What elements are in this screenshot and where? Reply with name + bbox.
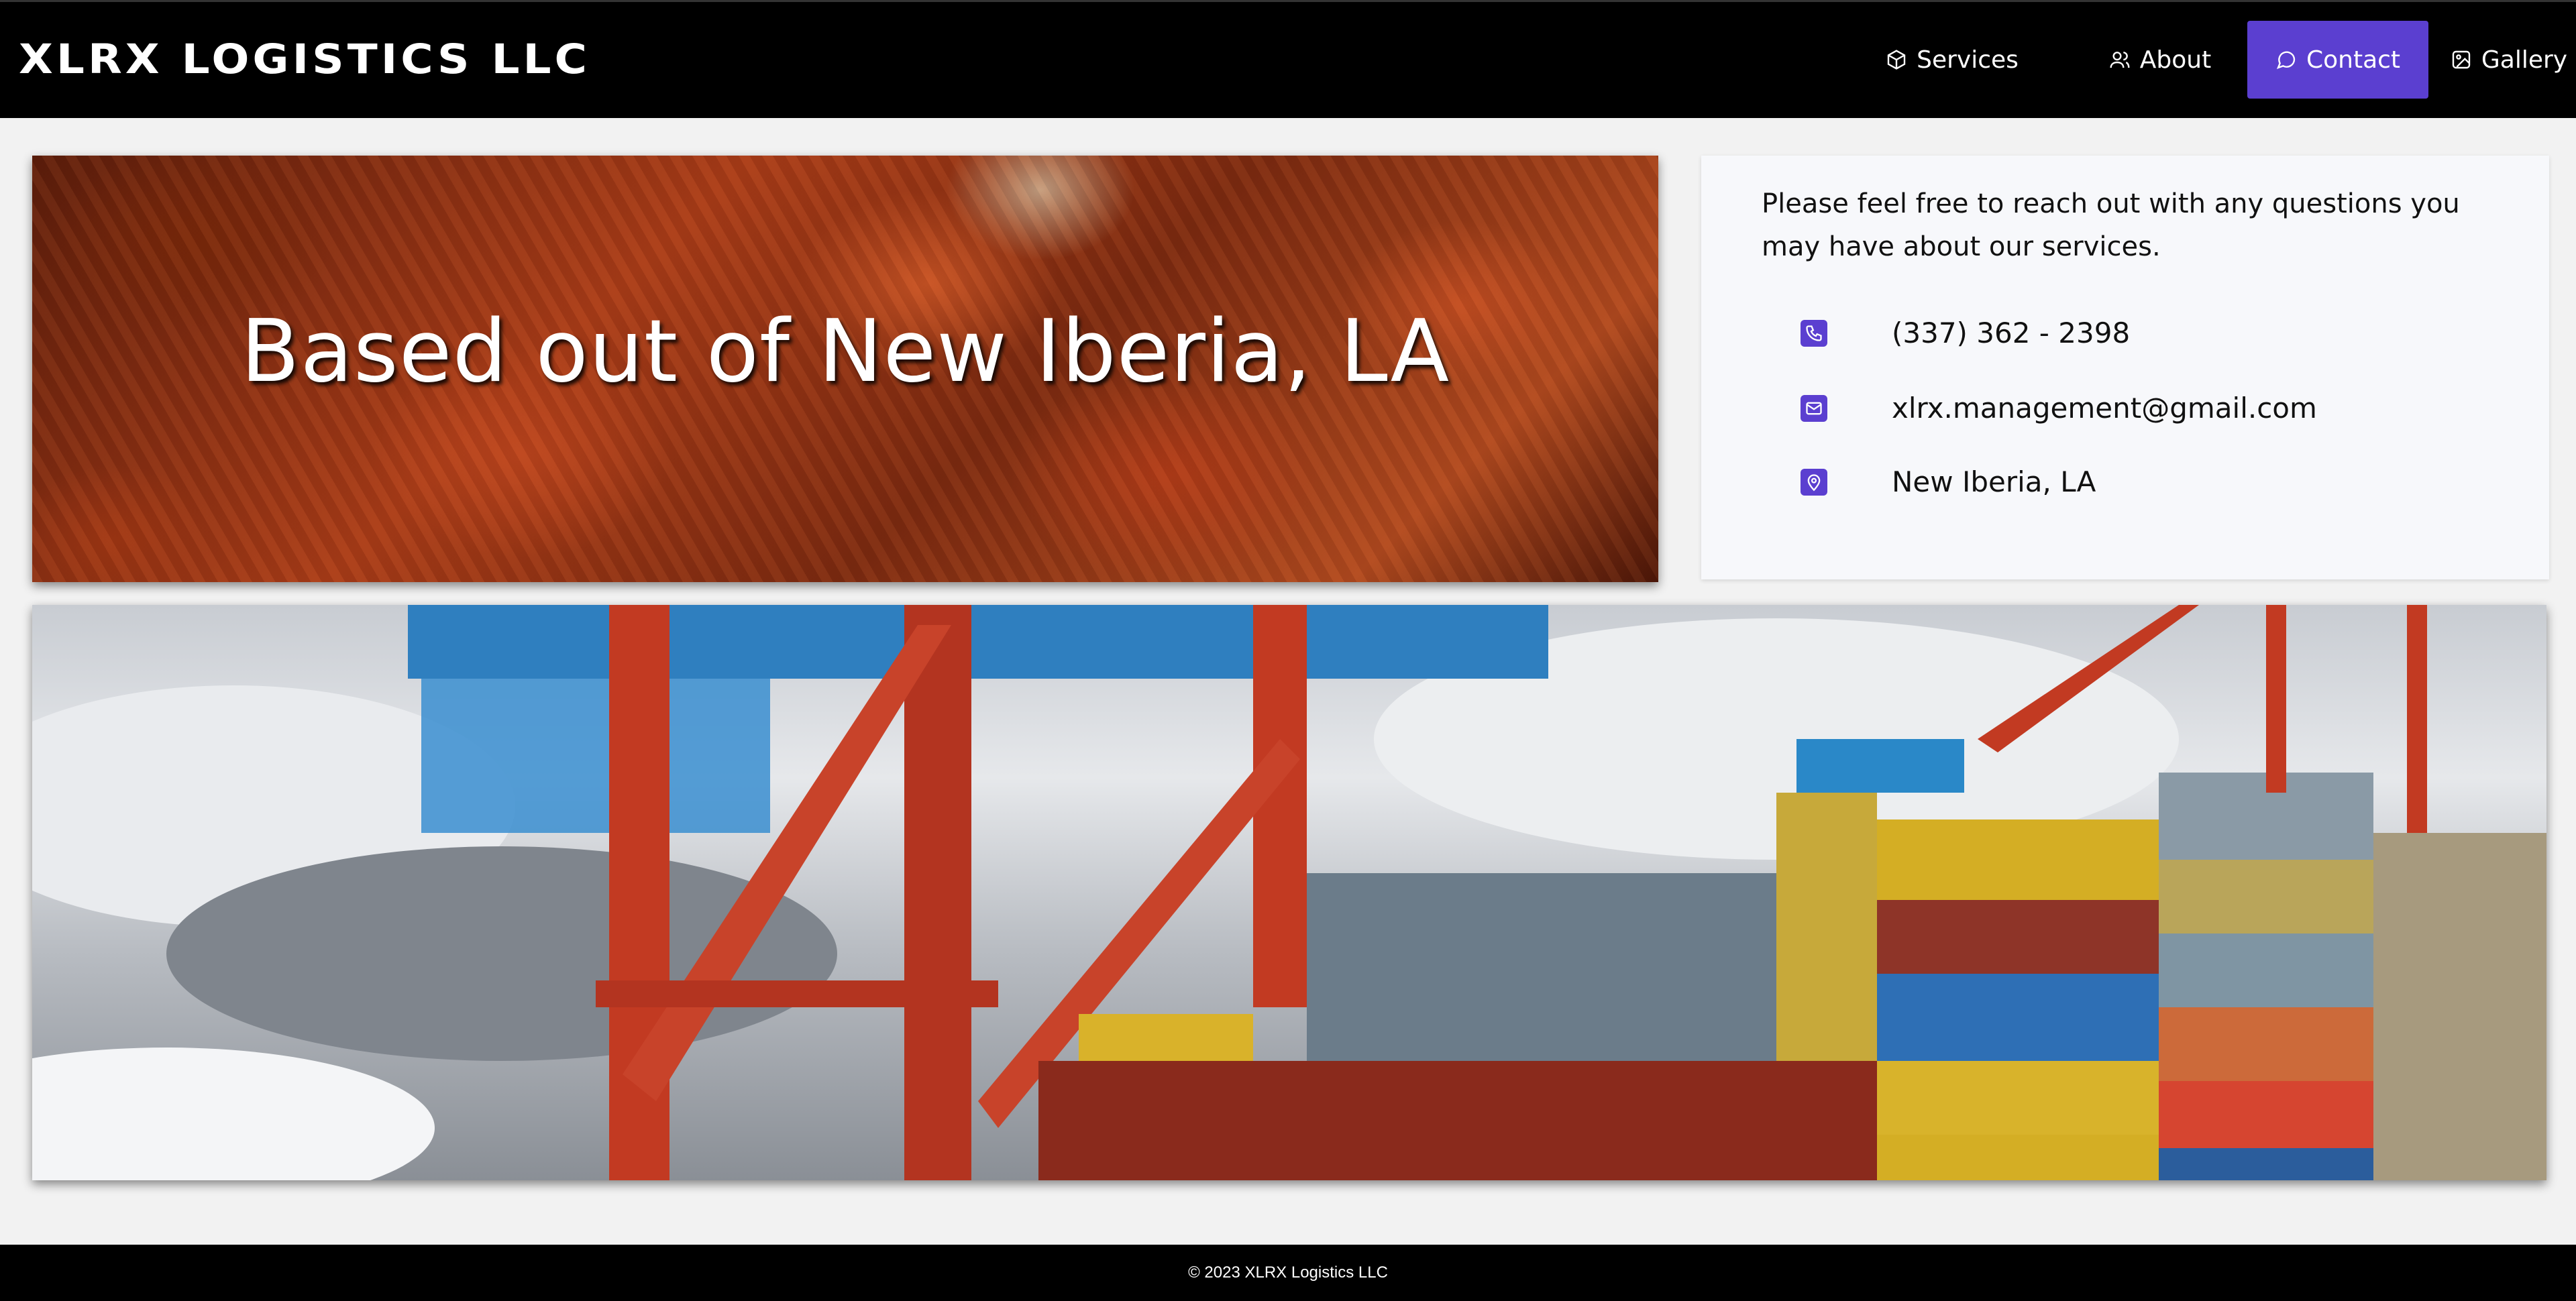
mail-icon <box>1801 394 1827 422</box>
site-logo[interactable]: XLRX LOGISTICS LLC <box>19 35 590 84</box>
nav-about-label: About <box>2139 46 2212 74</box>
nav-contact[interactable]: Contact <box>2247 21 2428 99</box>
chat-icon <box>2275 49 2297 70</box>
nav-about[interactable]: About <box>2076 21 2244 99</box>
contact-phone-row[interactable]: (337) 362 - 2398 <box>1801 317 2130 349</box>
nav-services-label: Services <box>1917 46 2019 74</box>
box-icon <box>1886 49 1907 70</box>
users-icon <box>2109 49 2131 70</box>
phone-icon <box>1801 319 1827 347</box>
contact-phone[interactable]: (337) 362 - 2398 <box>1892 317 2130 349</box>
contact-intro: Please feel free to reach out with any q… <box>1762 188 2460 262</box>
port-image <box>32 605 2546 1180</box>
port-illustration <box>32 605 2546 1180</box>
nav-gallery[interactable]: Gallery <box>2442 21 2576 99</box>
banner-title: Based out of New Iberia, LA <box>240 302 1450 402</box>
image-icon <box>2451 49 2472 70</box>
contact-email[interactable]: xlrx.management@gmail.com <box>1892 392 2317 425</box>
contact-location-row: New Iberia, LA <box>1801 465 2096 498</box>
nav-contact-label: Contact <box>2306 46 2401 74</box>
site-header: XLRX LOGISTICS LLC Services About Contac… <box>0 0 2576 118</box>
nav-gallery-label: Gallery <box>2481 46 2568 74</box>
location-pin-icon <box>1801 468 1827 496</box>
site-footer: © 2023 XLRX Logistics LLC <box>0 1245 2576 1301</box>
contact-card: Please feel free to reach out with any q… <box>1701 156 2549 579</box>
footer-copyright: © 2023 XLRX Logistics LLC <box>1188 1263 1388 1282</box>
hero-banner: Based out of New Iberia, LA <box>32 156 1658 582</box>
contact-location: New Iberia, LA <box>1892 465 2096 498</box>
nav-services[interactable]: Services <box>1858 21 2046 99</box>
contact-email-row[interactable]: xlrx.management@gmail.com <box>1801 392 2317 425</box>
